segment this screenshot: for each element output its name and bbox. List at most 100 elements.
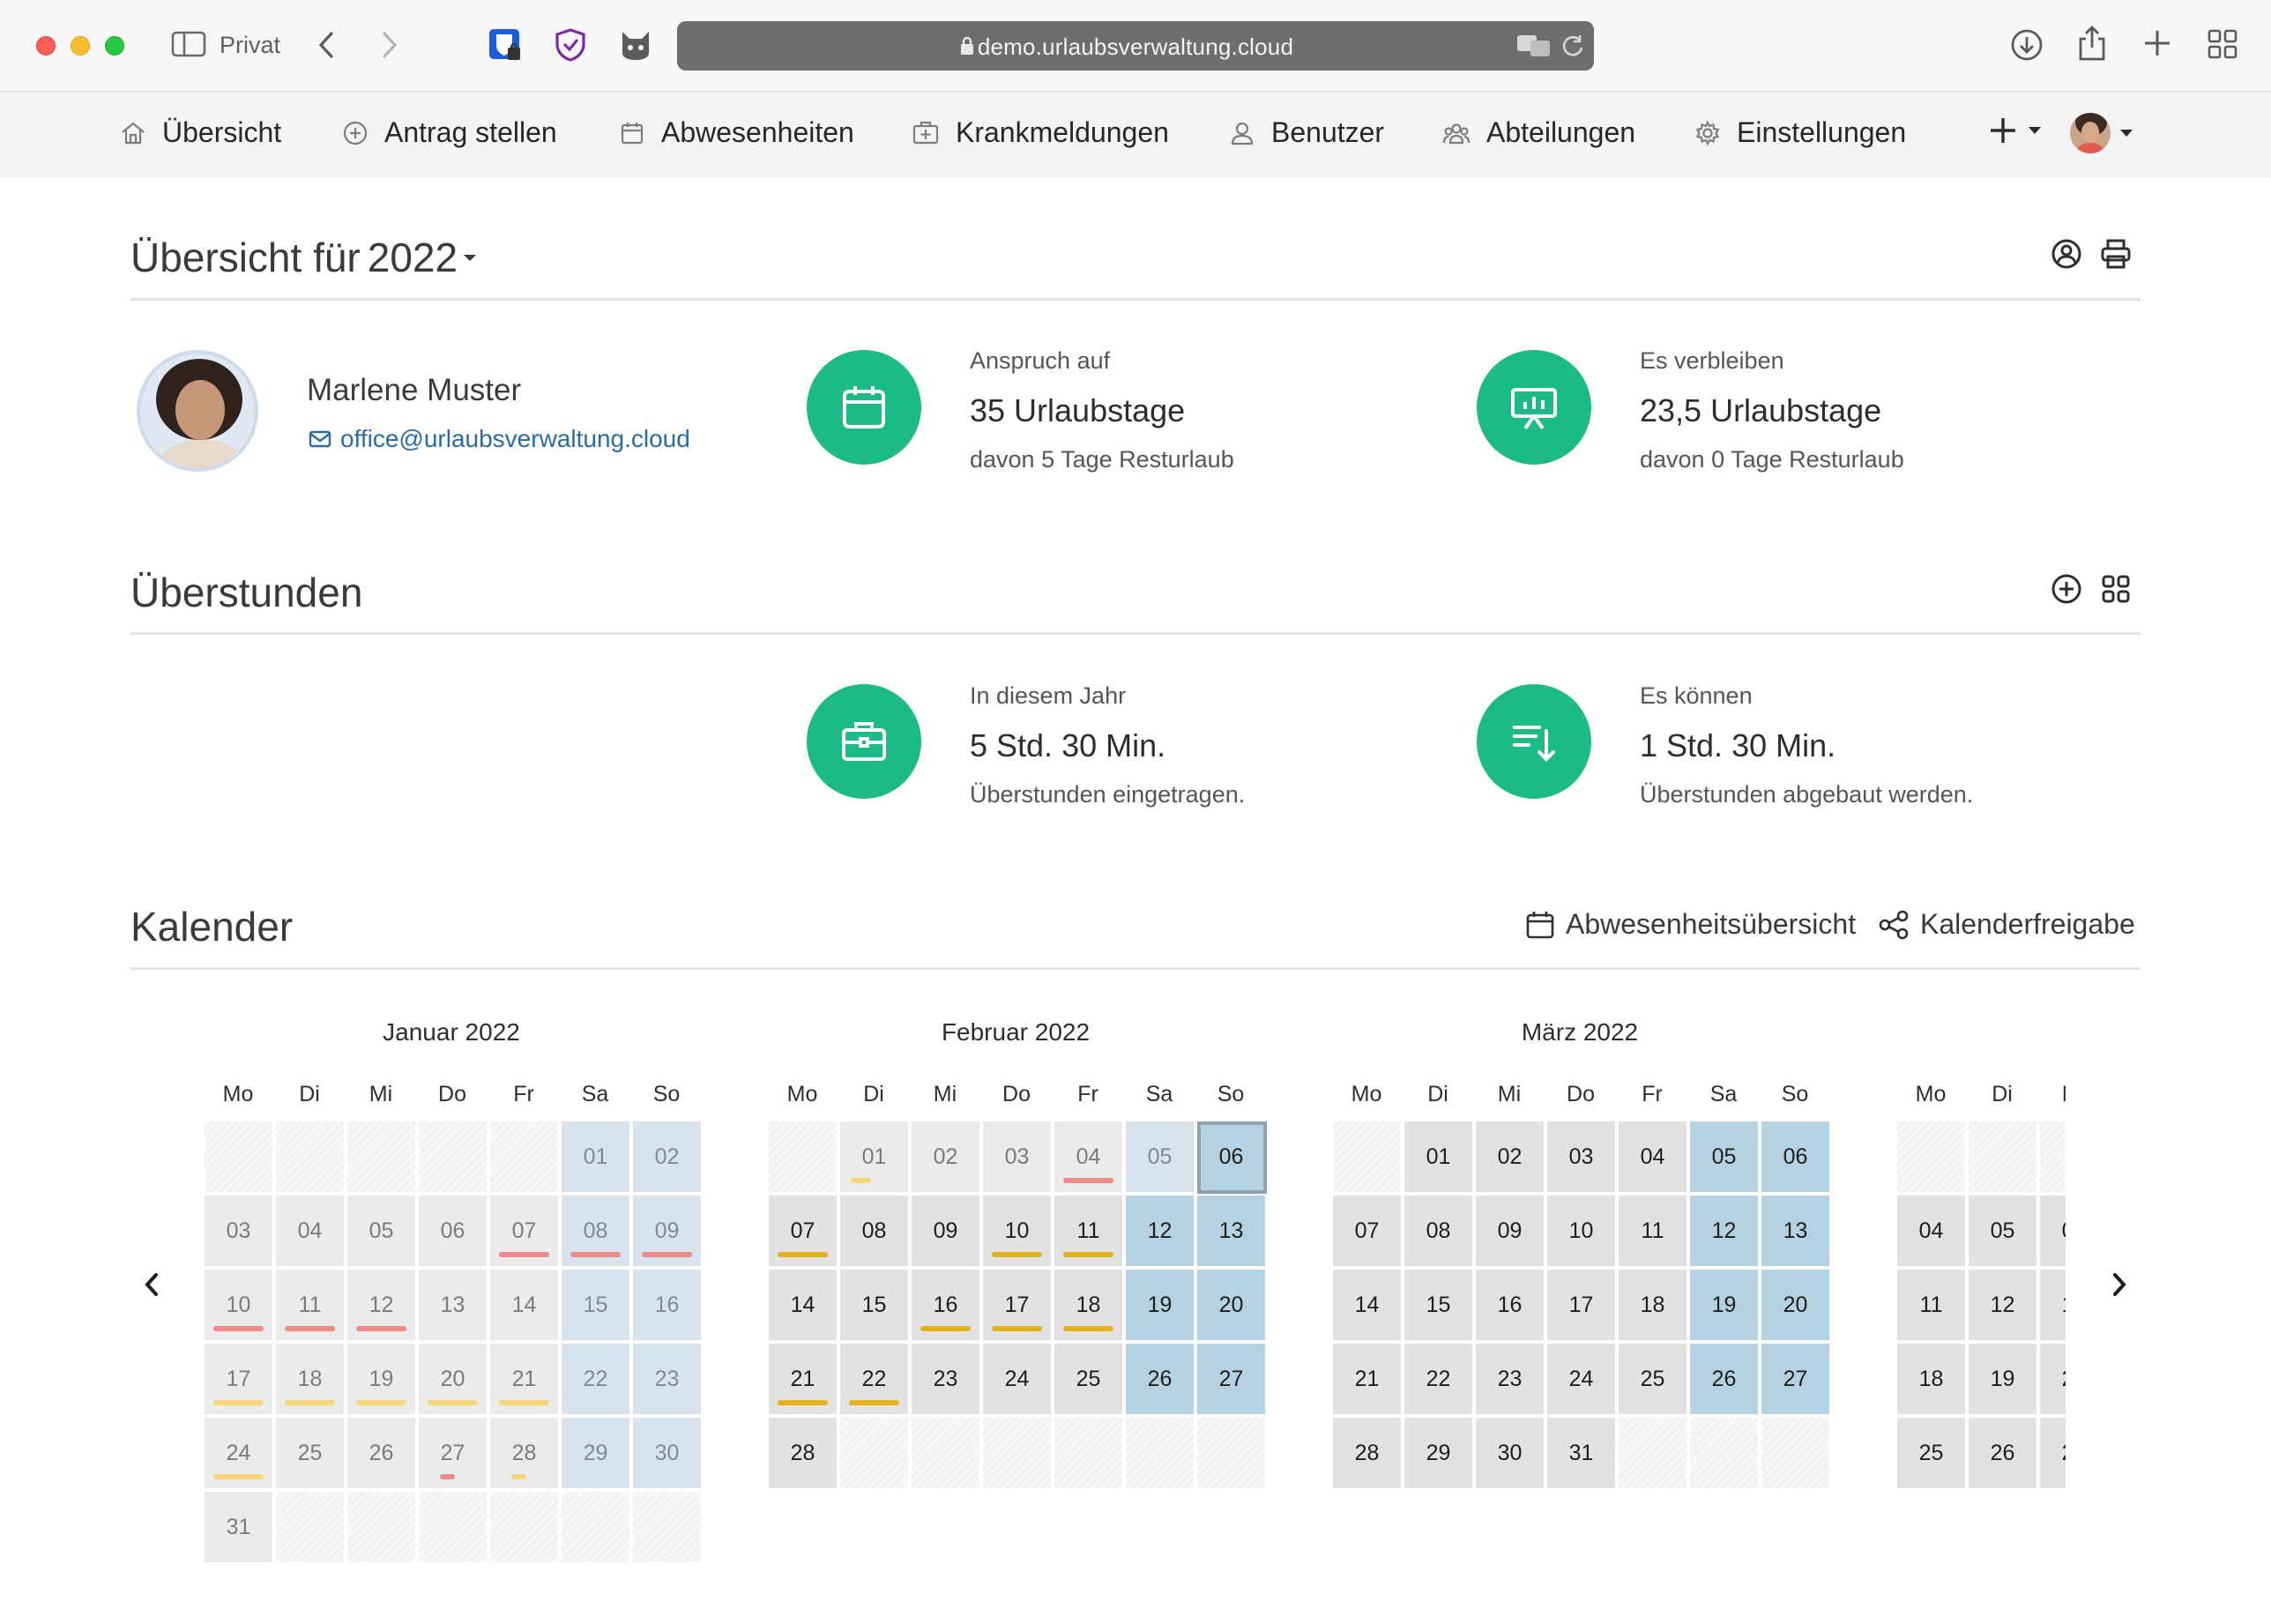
calendar-day[interactable]: 14 [769,1270,838,1342]
calendar-day[interactable]: 23 [912,1344,981,1416]
calendar-day[interactable]: 07 [769,1196,838,1268]
nav-overview[interactable]: Übersicht [120,116,281,149]
absence-overview-link[interactable]: Abwesenheitsübersicht [1525,908,1856,941]
nav-departments[interactable]: Abteilungen [1442,116,1635,149]
calendar-day[interactable]: 19 [1969,1344,2038,1416]
nav-new-request[interactable]: Antrag stellen [342,116,557,149]
reload-icon[interactable] [1560,34,1585,58]
calendar-day[interactable]: 02 [633,1121,703,1194]
calendar-day[interactable]: 23 [1476,1344,1545,1416]
calendar-share-link[interactable]: Kalenderfreigabe [1878,908,2135,941]
quick-add-menu[interactable] [1987,115,2042,146]
calendar-day[interactable]: 18 [1619,1270,1688,1342]
calendar-day[interactable]: 28 [769,1418,838,1490]
calendar-day[interactable]: 22 [840,1344,910,1416]
calendar-day[interactable]: 20 [1197,1270,1267,1342]
calendar-day[interactable]: 19 [347,1344,417,1416]
print-icon[interactable] [2100,238,2132,270]
calendar-day[interactable]: 05 [1126,1121,1195,1194]
calendar-day[interactable]: 26 [347,1418,417,1490]
calendar-day[interactable]: 15 [840,1270,910,1342]
translate-icon[interactable] [1516,34,1552,58]
year-selector[interactable]: 2022 [368,234,477,281]
calendar-day[interactable]: 09 [1476,1196,1545,1268]
calendar-day[interactable]: 31 [1547,1418,1617,1490]
calendar-day[interactable]: 14 [490,1270,560,1342]
sidebar-toggle-icon[interactable] [171,30,206,58]
calendar-day[interactable]: 04 [276,1196,346,1268]
calendar-day[interactable]: 18 [1897,1344,1967,1416]
calendar-day[interactable]: 16 [912,1270,981,1342]
calendar-day[interactable]: 17 [983,1270,1053,1342]
calendar-day[interactable]: 01 [840,1121,910,1194]
calendar-day[interactable]: 06 [1197,1121,1267,1194]
calendar-day[interactable]: 19 [1126,1270,1195,1342]
close-window-button[interactable] [36,36,56,56]
calendar-day[interactable]: 25 [276,1418,346,1490]
calendar-day[interactable]: 10 [205,1270,274,1342]
calendar-day[interactable]: 11 [1897,1270,1967,1342]
calendar-day[interactable]: 28 [1333,1418,1403,1490]
calendar-day[interactable]: 29 [562,1418,631,1490]
calendar-day[interactable]: 12 [347,1270,417,1342]
calendar-day[interactable]: 01 [1404,1121,1474,1194]
calendar-day[interactable]: 12 [1690,1196,1760,1268]
calendar-day[interactable]: 11 [1619,1196,1688,1268]
calendar-day[interactable]: 24 [983,1344,1053,1416]
add-overtime-icon[interactable] [2051,573,2082,605]
minimize-window-button[interactable] [71,36,90,56]
calendar-day[interactable]: 03 [1547,1121,1617,1194]
calendar-day[interactable]: 09 [912,1196,981,1268]
user-circle-icon[interactable] [2051,238,2082,270]
calendar-day[interactable]: 03 [205,1196,274,1268]
calendar-day[interactable]: 06 [1761,1121,1831,1194]
zoom-window-button[interactable] [105,36,124,56]
calendar-day[interactable]: 26 [1690,1344,1760,1416]
calendar-day[interactable]: 13 [1197,1196,1267,1268]
calendar-day[interactable]: 12 [1126,1196,1195,1268]
calendar-day[interactable]: 13 [2040,1270,2066,1342]
calendar-day[interactable]: 10 [983,1196,1053,1268]
calendar-day[interactable]: 02 [912,1121,981,1194]
calendar-day[interactable]: 27 [419,1418,488,1490]
calendar-day[interactable]: 24 [1547,1344,1617,1416]
calendar-day[interactable]: 21 [769,1344,838,1416]
calendar-day[interactable]: 13 [419,1270,488,1342]
nav-absences[interactable]: Abwesenheiten [619,116,854,149]
calendar-day[interactable]: 25 [1054,1344,1124,1416]
calendar-day[interactable]: 04 [1054,1121,1124,1194]
calendar-day[interactable]: 30 [1476,1418,1545,1490]
calendar-day[interactable]: 17 [1547,1270,1617,1342]
calendar-day[interactable]: 19 [1690,1270,1760,1342]
calendar-day[interactable]: 11 [1054,1196,1124,1268]
calendar-day[interactable]: 02 [1476,1121,1545,1194]
calendar-day[interactable]: 01 [562,1121,631,1194]
calendar-day[interactable]: 18 [1054,1270,1124,1342]
nav-settings[interactable]: Einstellungen [1694,116,1906,149]
calendar-day[interactable]: 06 [419,1196,488,1268]
calendar-day[interactable]: 30 [633,1418,703,1490]
grid-view-icon[interactable] [2100,573,2132,605]
calendar-day[interactable]: 25 [1897,1418,1967,1490]
profile-label[interactable]: Privat [220,32,280,59]
calendar-day[interactable]: 15 [562,1270,631,1342]
nav-sick-notes[interactable]: Krankmeldungen [912,116,1169,149]
calendar-day[interactable]: 13 [1761,1196,1831,1268]
forward-icon[interactable] [379,30,400,60]
calendar-day[interactable]: 28 [490,1418,560,1490]
calendar-day[interactable]: 24 [205,1418,274,1490]
downloads-icon[interactable] [2010,28,2044,62]
calendar-day[interactable]: 16 [633,1270,703,1342]
calendar-day[interactable]: 29 [1404,1418,1474,1490]
calendar-day[interactable]: 31 [205,1492,274,1564]
user-email-link[interactable]: office@urlaubsverwaltung.cloud [309,425,690,453]
calendar-day[interactable]: 08 [1404,1196,1474,1268]
user-menu[interactable] [2070,113,2133,153]
calendar-day[interactable]: 11 [276,1270,346,1342]
cat-extension-icon[interactable] [617,26,654,63]
calendar-day[interactable]: 04 [1619,1121,1688,1194]
calendar-day[interactable]: 27 [1761,1344,1831,1416]
tab-overview-icon[interactable] [2208,29,2237,59]
calendar-day[interactable]: 07 [1333,1196,1403,1268]
calendar-day[interactable]: 23 [633,1344,703,1416]
